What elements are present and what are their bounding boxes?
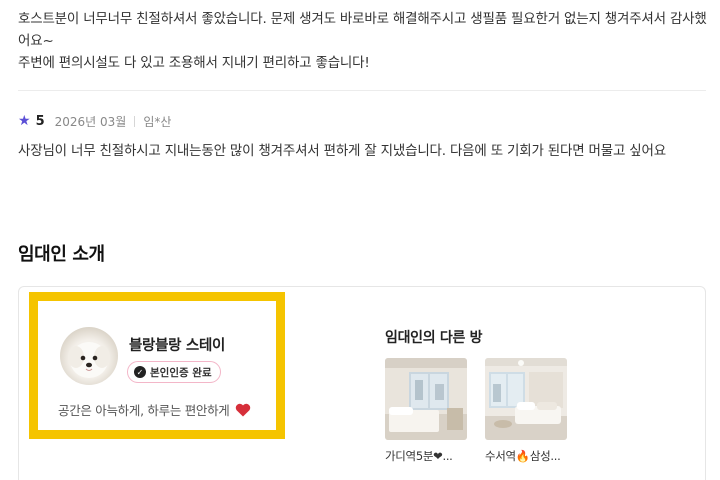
verified-badge: ✓ 본인인증 완료: [127, 361, 221, 383]
host-name: 블랑블랑 스테이: [129, 338, 226, 354]
other-room-card[interactable]: 수서역🔥삼성...: [485, 358, 567, 464]
host-intro-text: 공간은 아늑하게, 하루는 편안하게: [58, 403, 230, 418]
other-rooms-title: 임대인의 다른 방: [385, 330, 483, 346]
verified-label: 본인인증 완료: [150, 366, 212, 379]
review-rating: 5: [35, 113, 45, 129]
review-author: 임*산: [143, 114, 172, 129]
review-date: 2026년 03월: [54, 114, 127, 129]
room-label: 가디역5분❤...: [385, 449, 453, 463]
section-title: 임대인 소개: [18, 244, 105, 265]
star-icon: ★: [18, 113, 31, 129]
host-intro: 공간은 아늑하게, 하루는 편안하게: [58, 400, 251, 419]
room-label: 수서역🔥삼성...: [485, 449, 561, 463]
other-room-card[interactable]: 가디역5분❤...: [385, 358, 467, 464]
host-card: 블랑블랑 스테이 ✓ 본인인증 완료 공간은 아늑하게, 하루는 편안하게 임대…: [18, 286, 706, 480]
room-thumbnail[interactable]: [385, 358, 467, 440]
review-meta: ★ 5 2026년 03월 임*산: [18, 112, 171, 130]
check-icon: ✓: [134, 366, 146, 378]
meta-separator: [134, 115, 136, 127]
room-thumbnail[interactable]: [485, 358, 567, 440]
review-text: 사장님이 너무 친절하시고 지내는동안 많이 챙겨주셔서 편하게 잘 지냈습니다…: [18, 143, 666, 159]
avatar[interactable]: [60, 327, 118, 385]
host-profile[interactable]: 블랑블랑 스테이 ✓ 본인인증 완료 공간은 아늑하게, 하루는 편안하게: [29, 292, 285, 439]
divider: [18, 90, 706, 91]
review-text: 호스트분이 너무너무 친절하셔서 좋았습니다. 문제 생겨도 바로바로 해결해주…: [18, 11, 707, 71]
heart-icon: [235, 403, 250, 416]
